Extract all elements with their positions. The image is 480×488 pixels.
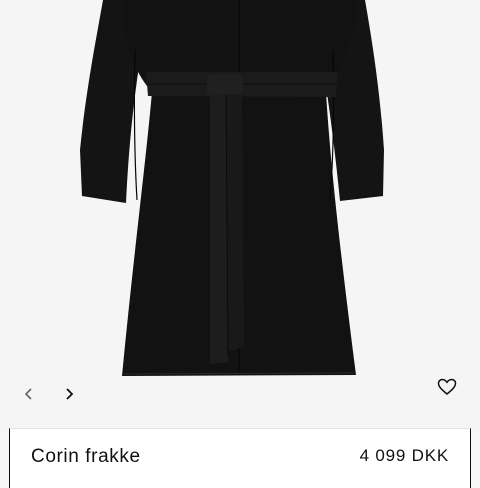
product-info-bar[interactable]: Corin frakke 4 099 DKK [9,428,471,488]
next-image-button[interactable] [56,381,82,407]
previous-image-button[interactable] [16,381,42,407]
product-image [80,0,384,376]
product-price: 4 099 DKK [359,446,449,465]
chevron-left-icon [24,388,32,400]
product-gallery [0,0,480,428]
heart-outline-icon [437,378,457,395]
favorite-button[interactable] [434,374,460,400]
product-name[interactable]: Corin frakke [31,446,141,468]
chevron-right-icon [66,388,74,400]
